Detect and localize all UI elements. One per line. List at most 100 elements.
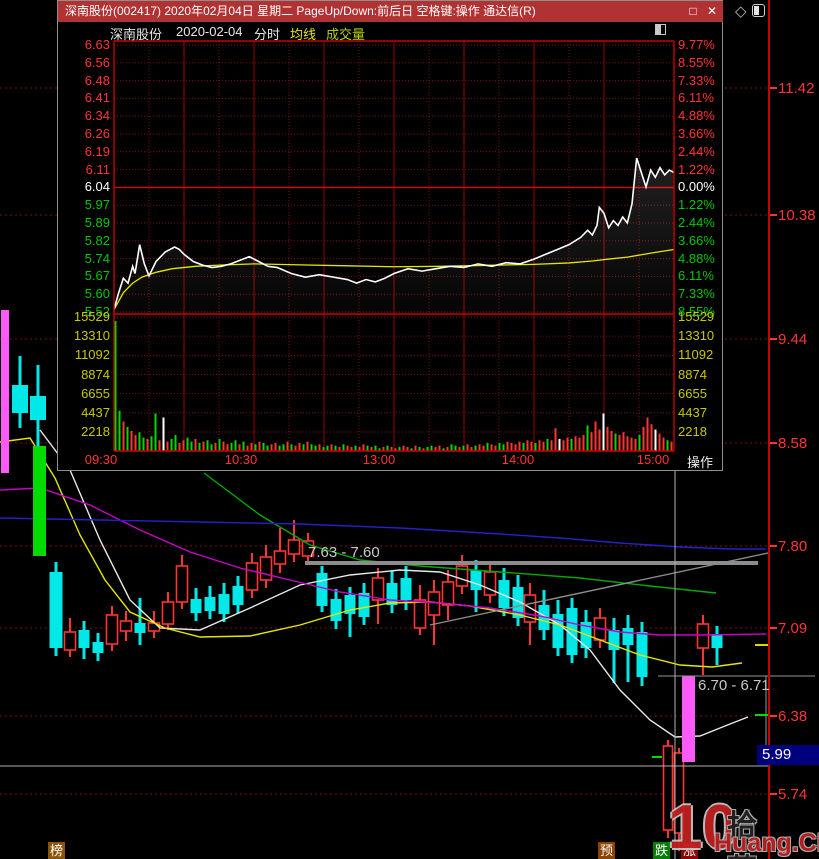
candle-body-down bbox=[190, 599, 202, 613]
volume-bar bbox=[142, 437, 145, 451]
volume-bar bbox=[150, 436, 153, 451]
volume-bar bbox=[506, 441, 509, 451]
volume-bar bbox=[234, 440, 237, 451]
candle-body-down bbox=[92, 642, 104, 653]
candle-body-down bbox=[232, 586, 244, 605]
percent-axis-label: 3.66% bbox=[678, 232, 715, 248]
volume-bar bbox=[226, 444, 229, 451]
candle-body-up bbox=[696, 623, 710, 649]
volume-bar bbox=[478, 444, 481, 451]
volume-bar bbox=[550, 440, 553, 451]
volume-axis-label: 13310 bbox=[678, 328, 715, 344]
volume-bar bbox=[258, 441, 261, 451]
volume-bar bbox=[126, 426, 129, 451]
volume-bar bbox=[482, 445, 485, 451]
volume-bar bbox=[578, 437, 581, 451]
volume-bar bbox=[246, 445, 249, 451]
volume-bar bbox=[498, 442, 501, 451]
volume-bar bbox=[250, 442, 253, 451]
volume-bar bbox=[174, 434, 177, 451]
market-badge[interactable]: 预 bbox=[598, 842, 615, 859]
market-badge[interactable]: 跌 bbox=[653, 842, 670, 859]
volume-bar bbox=[210, 444, 213, 451]
volume-bar bbox=[194, 438, 197, 451]
candle-body-down bbox=[218, 594, 230, 614]
time-axis-label: 09:30 bbox=[84, 452, 118, 467]
price-axis-label: 5.82 bbox=[84, 232, 110, 248]
volume-bar bbox=[286, 441, 289, 451]
price-axis-label: 5.60 bbox=[84, 286, 110, 302]
volume-bar bbox=[582, 434, 585, 451]
volume-bar bbox=[510, 442, 513, 451]
volume-bar bbox=[650, 424, 653, 451]
price-axis-label: 6.48 bbox=[84, 72, 110, 88]
volume-bar bbox=[170, 438, 173, 451]
time-axis-label: 13:00 bbox=[362, 452, 396, 467]
action-button[interactable]: 操作 bbox=[687, 452, 713, 471]
volume-bar bbox=[638, 434, 641, 451]
volume-bar bbox=[278, 445, 281, 451]
volume-bar bbox=[314, 445, 317, 451]
market-badge[interactable]: 涨 bbox=[681, 842, 698, 859]
percent-axis-label: 8.55% bbox=[678, 54, 715, 70]
volume-bar bbox=[230, 442, 233, 451]
volume-axis-label: 6655 bbox=[678, 385, 707, 401]
candle-body-down bbox=[78, 630, 90, 648]
resistance-bar bbox=[305, 561, 758, 565]
volume-bar bbox=[610, 430, 613, 451]
volume-bar bbox=[586, 425, 589, 451]
volume-bar bbox=[514, 444, 517, 451]
price-axis-label: 6.11 bbox=[85, 161, 110, 177]
candle-body-down bbox=[470, 570, 482, 590]
volume-bar bbox=[462, 445, 465, 451]
price-axis-label: 6.56 bbox=[84, 54, 110, 70]
volume-bar bbox=[594, 421, 597, 451]
volume-bar bbox=[450, 444, 453, 451]
highlight-bar bbox=[682, 676, 695, 762]
volume-bar bbox=[362, 444, 365, 451]
volume-bar bbox=[242, 441, 245, 451]
volume-axis-label: 8874 bbox=[81, 366, 110, 382]
time-axis-label: 10:30 bbox=[224, 452, 258, 467]
candle-body-up bbox=[175, 565, 189, 603]
volume-bar bbox=[282, 444, 285, 451]
volume-bar bbox=[618, 434, 621, 451]
volume-bar bbox=[346, 445, 349, 451]
volume-bar bbox=[518, 441, 521, 451]
volume-bar bbox=[642, 426, 645, 451]
diamond-icon[interactable]: ◇ bbox=[735, 2, 747, 20]
percent-axis-label: 4.88% bbox=[678, 250, 715, 266]
volume-bar bbox=[306, 441, 309, 451]
volume-bar bbox=[438, 445, 441, 451]
volume-bar bbox=[494, 445, 497, 451]
candle-body-down bbox=[49, 572, 63, 648]
daily-price-label: 8.58 bbox=[778, 435, 808, 452]
volume-bar bbox=[534, 442, 537, 451]
volume-bar bbox=[374, 445, 377, 451]
volume-bar bbox=[238, 444, 241, 451]
daily-price-label: 9.44 bbox=[778, 331, 808, 348]
volume-bar bbox=[146, 438, 149, 451]
candle-body-down bbox=[330, 599, 342, 621]
candle-body-down bbox=[386, 583, 398, 605]
volume-bar bbox=[354, 445, 357, 451]
intraday-window: 深南股份(002417) 2020年02月04日 星期二 PageUp/Down… bbox=[57, 0, 723, 471]
volume-bar bbox=[298, 442, 301, 451]
candle-body-up bbox=[105, 614, 119, 645]
candle-body-down bbox=[622, 628, 634, 645]
candle-body-up bbox=[662, 745, 674, 831]
volume-bar bbox=[402, 445, 405, 451]
volume-bar bbox=[386, 445, 389, 451]
volume-bar bbox=[538, 440, 541, 451]
panel-toggle-icon[interactable] bbox=[752, 4, 765, 17]
volume-bar bbox=[334, 445, 337, 451]
highlight-bar bbox=[1, 310, 9, 473]
price-axis-label: 6.19 bbox=[84, 143, 110, 159]
market-badge[interactable]: 榜 bbox=[48, 842, 65, 859]
volume-bar bbox=[522, 442, 525, 451]
volume-bar bbox=[598, 429, 601, 451]
volume-bar bbox=[670, 441, 673, 451]
volume-bar bbox=[646, 417, 649, 451]
volume-axis-label: 2218 bbox=[81, 424, 110, 440]
price-axis-label: 5.74 bbox=[84, 250, 110, 266]
